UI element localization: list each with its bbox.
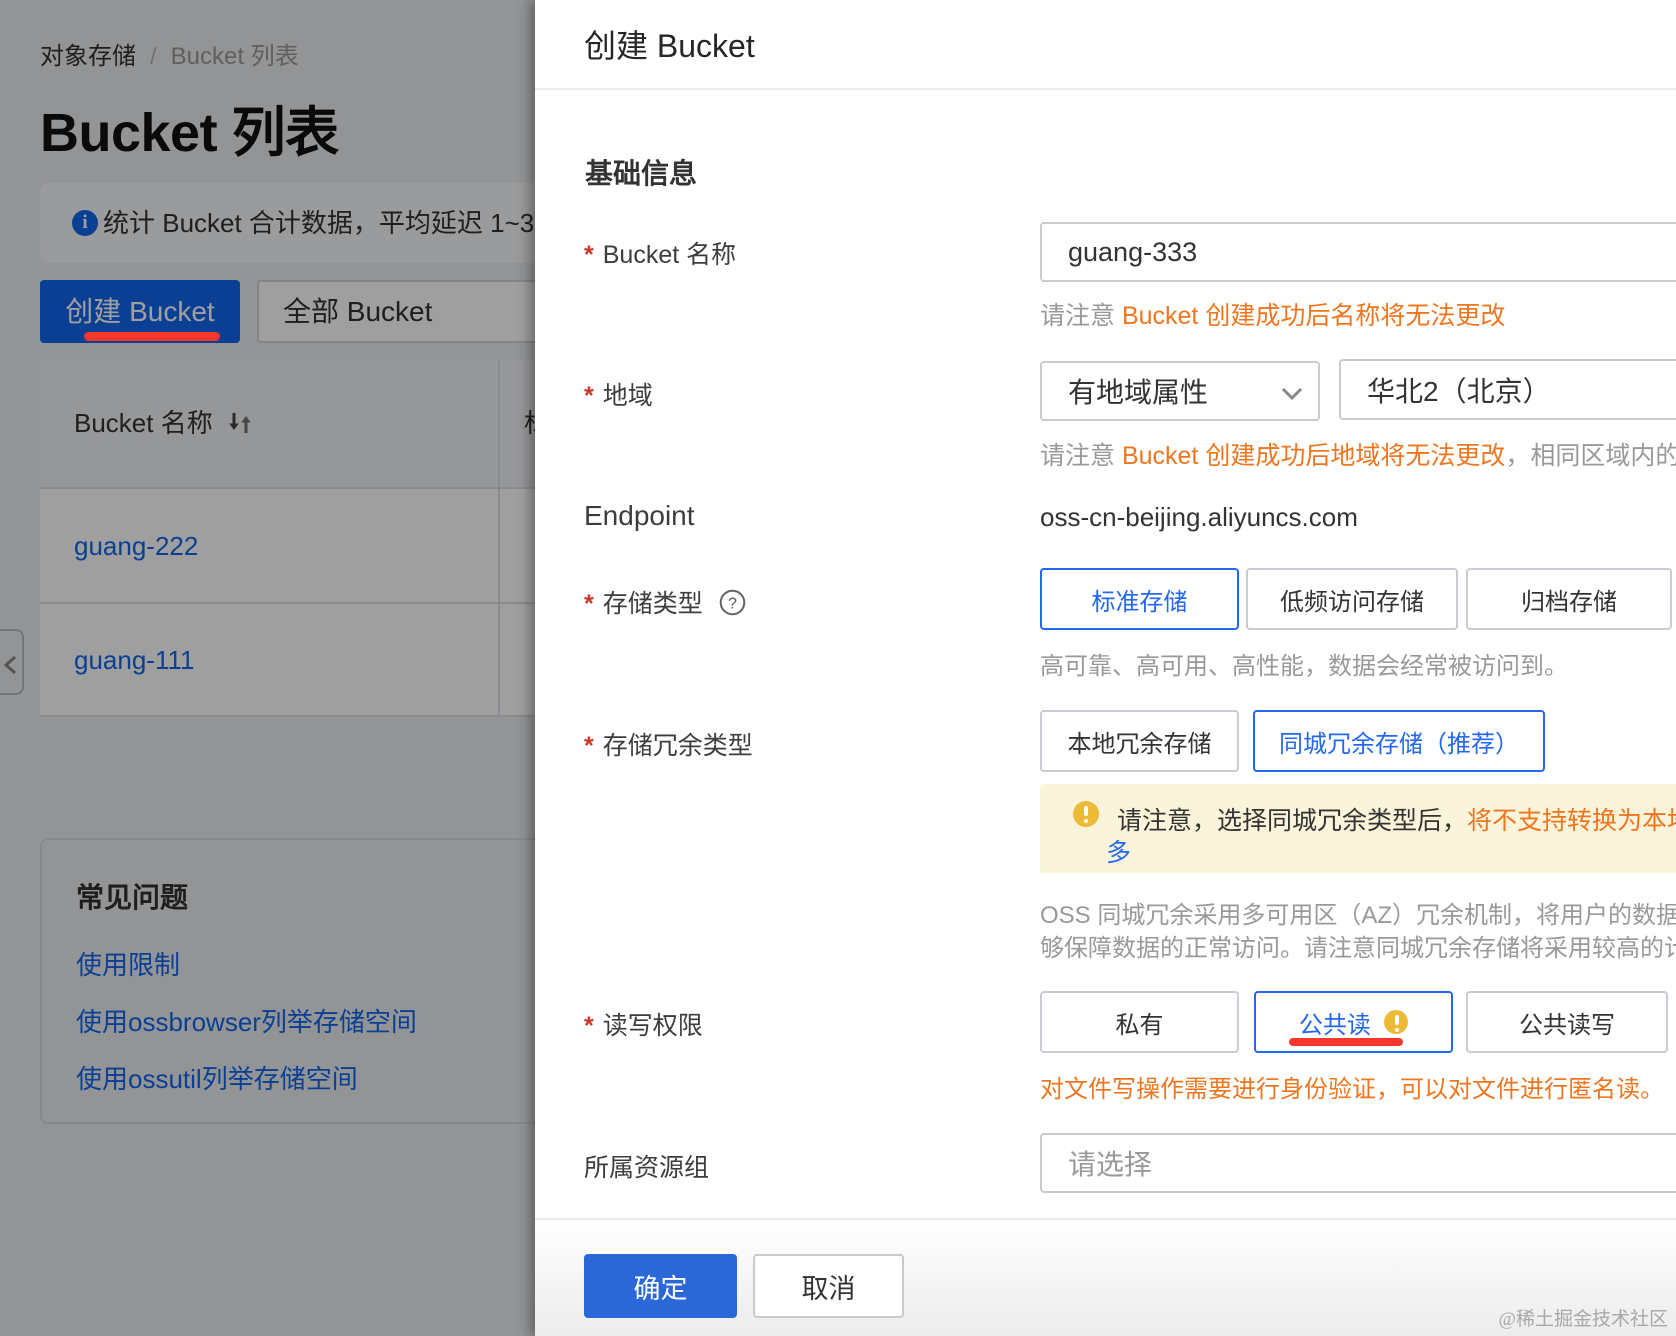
svg-text:?: ?: [728, 596, 737, 613]
